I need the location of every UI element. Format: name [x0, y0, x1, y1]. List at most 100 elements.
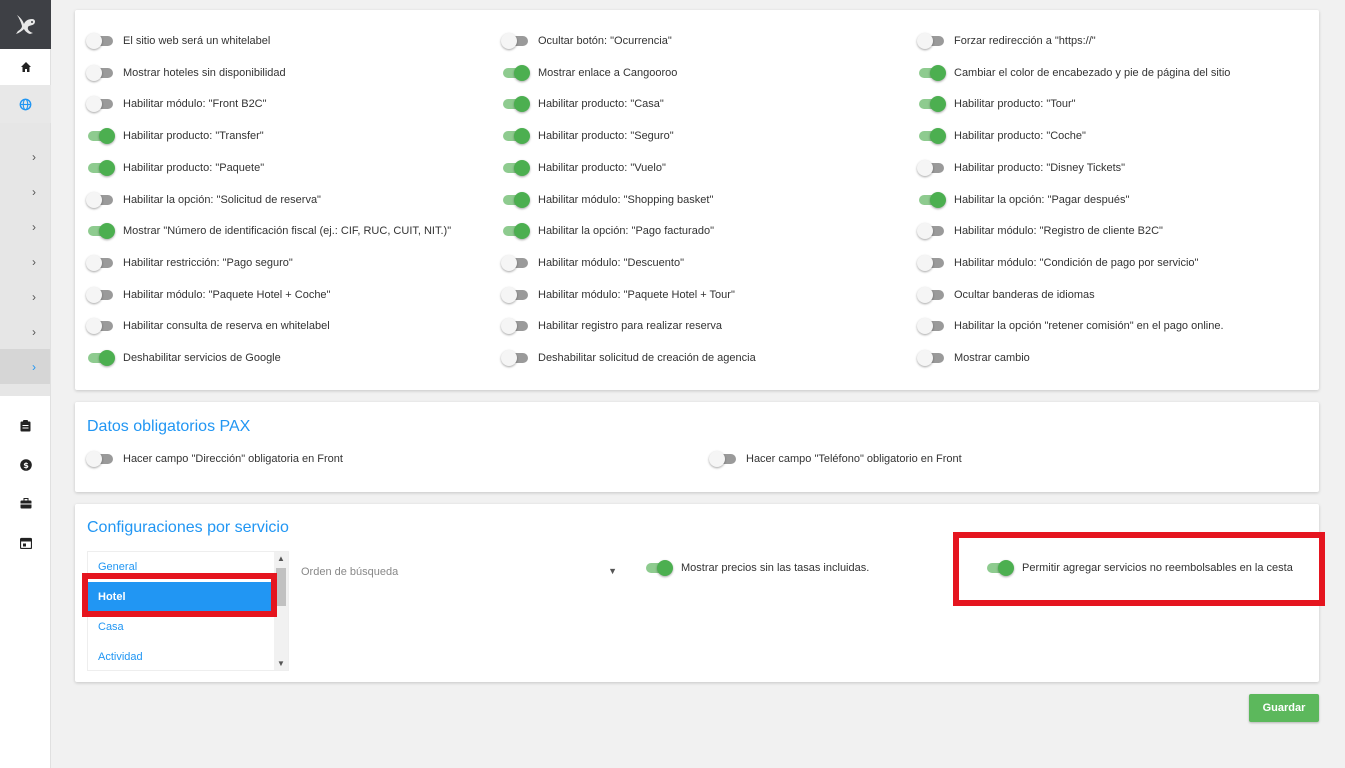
toggle-thumb[interactable]: [86, 286, 102, 303]
sort-order-select[interactable]: Orden de búsqueda ▼: [301, 561, 619, 583]
general-toggle[interactable]: El sitio web será un whitelabel: [86, 33, 270, 49]
calendar-icon[interactable]: [0, 523, 51, 562]
toggle-switch[interactable]: [917, 128, 946, 145]
toggle-switch[interactable]: [917, 191, 946, 208]
toggle-switch[interactable]: [86, 191, 115, 208]
general-toggle[interactable]: Habilitar módulo: "Front B2C": [86, 96, 267, 113]
toggle-thumb[interactable]: [514, 96, 530, 113]
general-toggle[interactable]: Habilitar la opción: "Pago facturado": [501, 223, 714, 240]
toggle-switch[interactable]: [501, 64, 530, 81]
toggle-switch[interactable]: [917, 254, 946, 271]
toggle-thumb[interactable]: [86, 318, 102, 335]
general-toggle[interactable]: Deshabilitar solicitud de creación de ag…: [501, 350, 756, 366]
toggle-switch[interactable]: [501, 286, 530, 303]
toggle-switch[interactable]: [501, 318, 530, 335]
service-item-actividad[interactable]: Actividad: [88, 642, 288, 670]
toggle-thumb[interactable]: [917, 159, 933, 176]
general-toggle[interactable]: Ocultar banderas de idiomas: [917, 286, 1095, 303]
toggle-switch[interactable]: [86, 159, 115, 176]
scroll-down-arrow-icon[interactable]: ▼: [277, 659, 285, 668]
toggle-switch[interactable]: [917, 159, 946, 176]
toggle-thumb[interactable]: [86, 451, 102, 467]
toggle-switch[interactable]: [86, 350, 115, 366]
general-toggle[interactable]: Mostrar "Número de identificación fiscal…: [86, 223, 451, 240]
toggle-switch[interactable]: [86, 286, 115, 303]
general-toggle[interactable]: Habilitar la opción: "Solicitud de reser…: [86, 191, 321, 208]
submenu-item-active[interactable]: ›: [0, 349, 50, 384]
general-toggle[interactable]: Habilitar módulo: "Registro de cliente B…: [917, 223, 1163, 240]
toggle-thumb[interactable]: [99, 128, 115, 145]
toggle-thumb[interactable]: [514, 128, 530, 145]
toggle-switch[interactable]: [86, 96, 115, 113]
toggle-thumb[interactable]: [917, 223, 933, 240]
submenu-item[interactable]: ›: [0, 139, 50, 174]
general-toggle[interactable]: Habilitar producto: "Disney Tickets": [917, 159, 1125, 176]
toggle-switch[interactable]: [501, 159, 530, 176]
toggle-thumb[interactable]: [501, 254, 517, 271]
toggle-thumb[interactable]: [930, 64, 946, 81]
general-toggle[interactable]: Habilitar consulta de reserva en whitela…: [86, 318, 330, 335]
submenu-item[interactable]: ›: [0, 174, 50, 209]
general-toggle[interactable]: Habilitar la opción "retener comisión" e…: [917, 318, 1224, 335]
scrollbar-thumb[interactable]: [276, 568, 286, 606]
toggle-switch[interactable]: [644, 560, 673, 576]
scroll-up-arrow-icon[interactable]: ▲: [277, 554, 285, 563]
general-toggle[interactable]: Habilitar producto: "Seguro": [501, 128, 674, 145]
save-button[interactable]: Guardar: [1249, 694, 1319, 722]
toggle-thumb[interactable]: [501, 318, 517, 335]
submenu-item[interactable]: ›: [0, 244, 50, 279]
toggle-thumb[interactable]: [86, 64, 102, 81]
toggle-switch[interactable]: [86, 254, 115, 271]
toggle-switch[interactable]: [917, 223, 946, 240]
toggle-thumb[interactable]: [709, 451, 725, 467]
general-toggle[interactable]: Habilitar producto: "Casa": [501, 96, 664, 113]
toggle-switch[interactable]: [501, 96, 530, 113]
toggle-thumb[interactable]: [501, 350, 517, 366]
general-toggle[interactable]: Habilitar la opción: "Pagar después": [917, 191, 1129, 208]
toggle-switch[interactable]: [86, 223, 115, 240]
toggle-thumb[interactable]: [917, 286, 933, 303]
toggle-switch[interactable]: [917, 96, 946, 113]
toggle-thumb[interactable]: [917, 318, 933, 335]
kangaroo-logo[interactable]: [0, 0, 51, 49]
general-toggle[interactable]: Deshabilitar servicios de Google: [86, 350, 281, 366]
general-toggle[interactable]: Habilitar producto: "Transfer": [86, 128, 264, 145]
toggle-switch[interactable]: [501, 223, 530, 240]
home-icon[interactable]: [0, 49, 51, 85]
general-toggle[interactable]: Cambiar el color de encabezado y pie de …: [917, 64, 1230, 81]
toggle-thumb[interactable]: [514, 191, 530, 208]
general-toggle[interactable]: Habilitar producto: "Vuelo": [501, 159, 666, 176]
toggle-switch[interactable]: [86, 318, 115, 335]
pax-address-toggle[interactable]: Hacer campo "Dirección" obligatoria en F…: [86, 451, 343, 467]
toggle-switch[interactable]: [501, 254, 530, 271]
toggle-thumb[interactable]: [917, 33, 933, 49]
toggle-thumb[interactable]: [86, 96, 102, 113]
toggle-switch[interactable]: [917, 350, 946, 366]
general-toggle[interactable]: Forzar redirección a "https://": [917, 33, 1096, 49]
general-toggle[interactable]: Habilitar módulo: "Descuento": [501, 254, 684, 271]
globe-icon[interactable]: [0, 85, 51, 123]
toggle-switch[interactable]: [501, 350, 530, 366]
toggle-switch[interactable]: [501, 33, 530, 49]
toggle-switch[interactable]: [86, 64, 115, 81]
toggle-switch[interactable]: [917, 318, 946, 335]
toggle-switch[interactable]: [501, 128, 530, 145]
toggle-thumb[interactable]: [86, 191, 102, 208]
toggle-switch[interactable]: [86, 451, 115, 467]
general-toggle[interactable]: Mostrar hoteles sin disponibilidad: [86, 64, 286, 81]
toggle-thumb[interactable]: [514, 223, 530, 240]
submenu-item[interactable]: ›: [0, 209, 50, 244]
toggle-switch[interactable]: [917, 286, 946, 303]
show-prices-toggle[interactable]: Mostrar precios sin las tasas incluidas.: [644, 560, 869, 576]
toggle-thumb[interactable]: [501, 286, 517, 303]
submenu-item[interactable]: ›: [0, 279, 50, 314]
toggle-thumb[interactable]: [514, 64, 530, 81]
toggle-thumb[interactable]: [930, 191, 946, 208]
toggle-thumb[interactable]: [99, 350, 115, 366]
general-toggle[interactable]: Mostrar cambio: [917, 350, 1030, 366]
toggle-thumb[interactable]: [86, 254, 102, 271]
general-toggle[interactable]: Ocultar botón: "Ocurrencia": [501, 33, 672, 49]
general-toggle[interactable]: Habilitar producto: "Paquete": [86, 159, 264, 176]
general-toggle[interactable]: Habilitar módulo: "Paquete Hotel + Tour": [501, 286, 735, 303]
general-toggle[interactable]: Mostrar enlace a Cangooroo: [501, 64, 677, 81]
